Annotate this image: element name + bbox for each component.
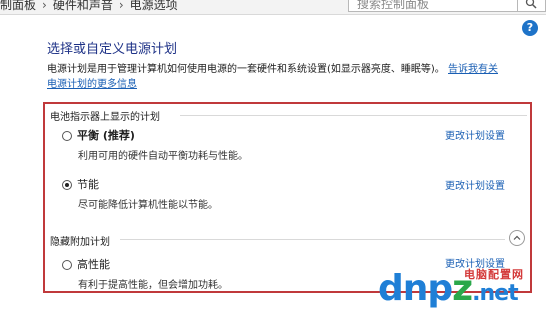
page-description: 电源计划是用于管理计算机如何使用电源的一套硬件和系统设置(如显示器亮度、睡眠等)… [47, 62, 537, 92]
plan-desc-high-performance: 有利于提高性能，但会增加功耗。 [78, 280, 228, 291]
plan-name-power-saver[interactable]: 节能 [77, 176, 99, 192]
plan-desc-balanced: 利用可用的硬件自动平衡功耗与性能。 [78, 151, 248, 162]
breadcrumb-separator: › [42, 0, 47, 12]
description-text: 电源计划是用于管理计算机如何使用电源的一套硬件和系统设置(如显示器亮度、睡眠等)… [47, 64, 445, 75]
plan-name-high-performance[interactable]: 高性能 [77, 256, 110, 272]
change-plan-settings-link[interactable]: 更改计划设置 [445, 177, 505, 192]
change-plan-settings-link[interactable]: 更改计划设置 [445, 127, 505, 142]
watermark-logo: dnpz.net [378, 268, 519, 309]
radio-high-performance[interactable] [62, 260, 72, 270]
search-icon[interactable] [518, 0, 546, 12]
watermark-logo-tld: .net [472, 281, 518, 306]
watermark-logo-main: dnp [378, 268, 453, 309]
learn-more-link[interactable]: 告诉我有关 [448, 64, 498, 75]
search-placeholder: 搜索控制面板 [357, 0, 430, 11]
section-divider [120, 239, 505, 240]
breadcrumb-hardware-sound[interactable]: 硬件和声音 [53, 0, 113, 12]
breadcrumb-control-panel[interactable]: 制面板 [0, 0, 36, 12]
site-watermark: 电脑配置网 dnpz.net [376, 250, 546, 312]
page-title: 选择或自定义电源计划 [47, 42, 178, 57]
radio-balanced[interactable] [62, 131, 72, 141]
learn-more-link-cont[interactable]: 电源计划的更多信息 [47, 79, 137, 90]
breadcrumb-separator: › [118, 0, 124, 12]
watermark-logo-z: z [452, 268, 473, 309]
plan-name-balanced[interactable]: 平衡 (推荐) [77, 127, 135, 143]
battery-section-title: 电池指示器上显示的计划 [50, 112, 160, 123]
search-input[interactable]: 搜索控制面板 [348, 0, 518, 12]
plan-desc-power-saver: 尽可能降低计算机性能以节能。 [78, 200, 218, 211]
breadcrumb-power-options[interactable]: 电源选项 [130, 0, 178, 12]
address-bar: 制面板 › 硬件和声音 › 电源选项 搜索控制面板 [0, 0, 546, 15]
breadcrumb: 制面板 › 硬件和声音 › 电源选项 [0, 0, 178, 13]
collapse-chevron-icon[interactable] [509, 230, 525, 246]
hidden-section-title[interactable]: 隐藏附加计划 [50, 233, 110, 248]
section-divider [180, 115, 527, 116]
help-icon[interactable]: ? [522, 20, 538, 36]
radio-power-saver[interactable] [62, 180, 72, 190]
